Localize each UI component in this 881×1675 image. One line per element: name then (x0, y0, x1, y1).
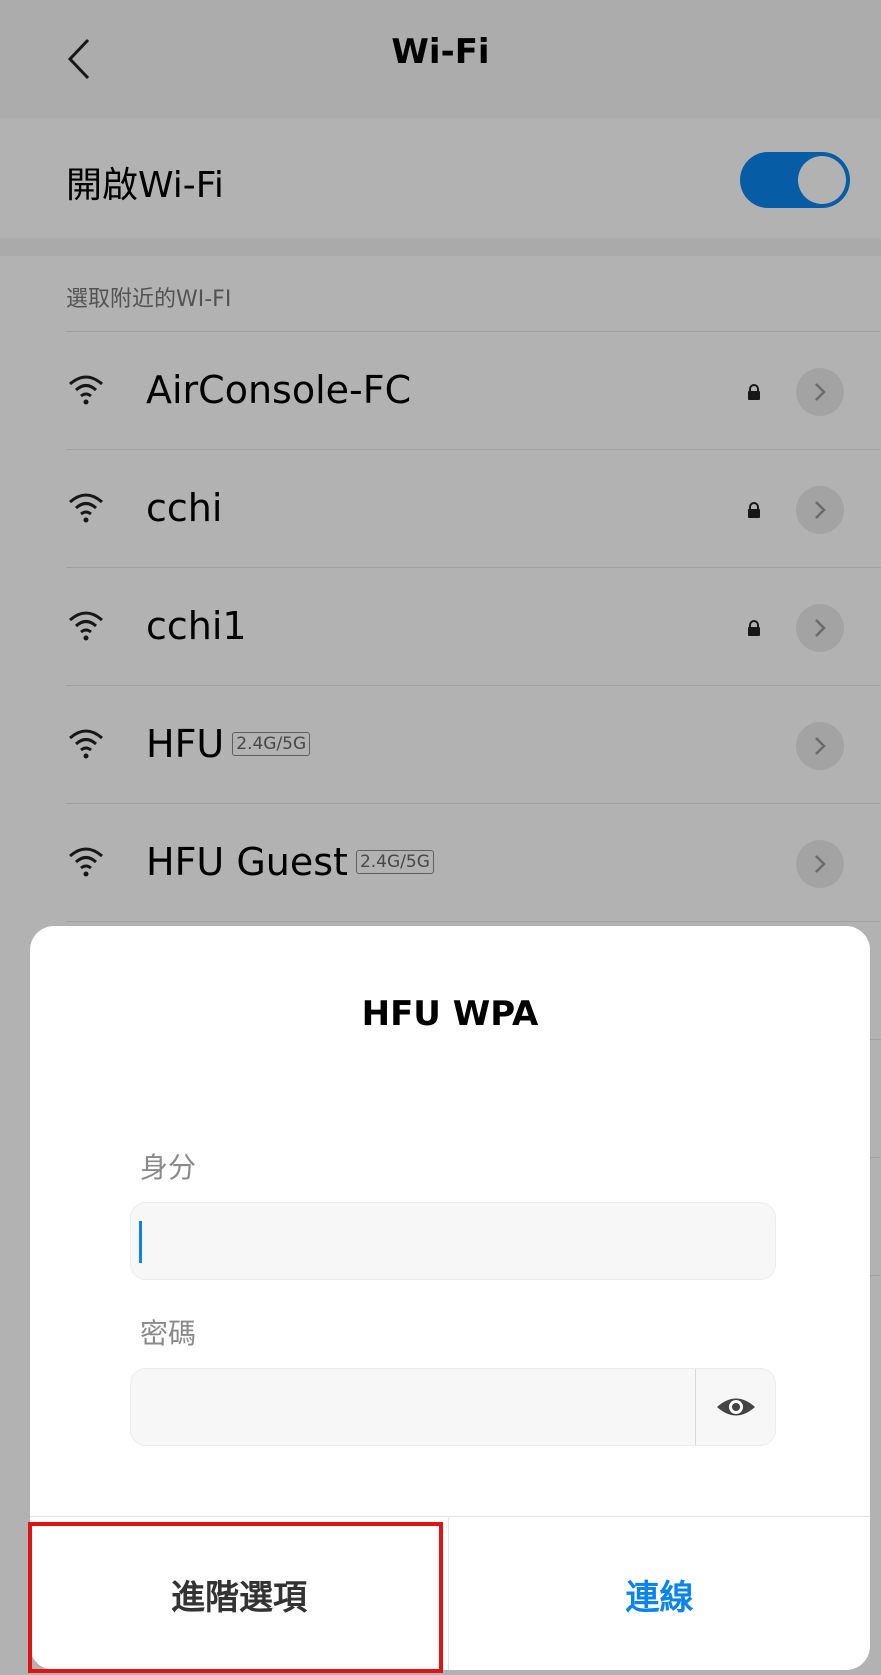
identity-field[interactable] (130, 1202, 776, 1280)
highlight-box (28, 1522, 443, 1673)
field-divider (695, 1369, 696, 1445)
password-label: 密碼 (140, 1317, 197, 1350)
eye-icon (717, 1398, 755, 1416)
password-field[interactable] (130, 1368, 776, 1446)
identity-label: 身分 (140, 1151, 197, 1184)
show-password-button[interactable] (711, 1387, 761, 1427)
text-cursor (139, 1221, 142, 1263)
connect-button[interactable]: 連線 (449, 1517, 870, 1670)
dialog-title: HFU WPA (361, 994, 539, 1034)
wifi-settings-screen: Wi-Fi 開啟Wi-Fi 選取附近的WI-FI AirConsole-FC c… (0, 0, 881, 1675)
